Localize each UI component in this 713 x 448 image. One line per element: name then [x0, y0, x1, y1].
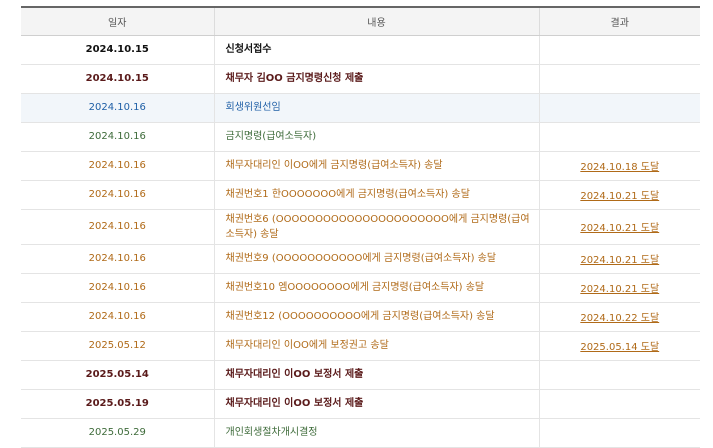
- row-content: 채권번호9 (OOOOOOOOOOO에게 금지명령(급여소득자) 송달: [213, 244, 539, 274]
- row-content: 개인회생절차개시결정: [213, 418, 539, 448]
- row-date: 2025.05.29: [21, 418, 214, 448]
- header-content: 내용: [213, 6, 539, 36]
- row-date: 2024.10.16: [21, 244, 214, 274]
- table-row: 2024.10.15 신청서접수: [21, 35, 700, 65]
- table-row: 2024.10.16 금지명령(급여소득자): [21, 122, 700, 152]
- row-date: 2025.05.19: [21, 389, 214, 419]
- delivery-result-link[interactable]: 2024.10.22 도달: [580, 313, 659, 324]
- row-content: 회생위원선임: [213, 93, 539, 123]
- row-date: 2025.05.14: [21, 360, 214, 390]
- row-content: 채권번호12 (OOOOOOOOOO에게 금지명령(급여소득자) 송달: [213, 302, 539, 332]
- table-row: 2025.05.14 채무자대리인 이OO 보정서 제출: [21, 360, 700, 390]
- row-result: [538, 389, 700, 419]
- row-date: 2024.10.16: [21, 302, 214, 332]
- row-content: 채권번호10 엠OOOOOOOO에게 금지명령(급여소득자) 송달: [213, 273, 539, 303]
- row-date: 2024.10.15: [21, 35, 214, 65]
- row-result: [538, 360, 700, 390]
- row-content: 채권번호1 한OOOOOOO에게 금지명령(급여소득자) 송달: [213, 180, 539, 210]
- table-row: 2024.10.15 채무자 김OO 금지명령신청 제출: [21, 64, 700, 94]
- table-body: 2024.10.15 신청서접수 2024.10.15 채무자 김OO 금지명령신청 …: [21, 35, 700, 448]
- delivery-result-link[interactable]: 2024.10.18 도달: [580, 162, 659, 173]
- row-date: 2024.10.16: [21, 151, 214, 181]
- row-result: [538, 93, 700, 123]
- row-content: 채무자대리인 이OO에게 금지명령(급여소득자) 송달: [213, 151, 539, 181]
- row-result: [538, 122, 700, 152]
- row-result: 2024.10.21 도달: [538, 273, 700, 303]
- row-result: [538, 64, 700, 94]
- row-result: 2024.10.22 도달: [538, 302, 700, 332]
- row-result: 2024.10.21 도달: [538, 244, 700, 274]
- table-row: 2024.10.16 회생위원선임: [21, 93, 700, 123]
- header-date: 일자: [21, 6, 214, 36]
- row-content: 신청서접수: [213, 35, 539, 65]
- row-result: 2024.10.18 도달: [538, 151, 700, 181]
- table-header-row: 일자 내용 결과: [21, 6, 700, 36]
- table-row: 2024.10.16 채권번호10 엠OOOOOOOO에게 금지명령(급여소득자)…: [21, 273, 700, 303]
- row-content: 채무자 김OO 금지명령신청 제출: [213, 64, 539, 94]
- delivery-result-link[interactable]: 2024.10.21 도달: [580, 255, 659, 266]
- table-row: 2024.10.16 채권번호9 (OOOOOOOOOOO에게 금지명령(급여소득…: [21, 244, 700, 274]
- row-result: [538, 418, 700, 448]
- delivery-result-link[interactable]: 2024.10.21 도달: [580, 191, 659, 202]
- row-content: 채무자대리인 이OO에게 보정권고 송달: [213, 331, 539, 361]
- delivery-result-link[interactable]: 2025.05.14 도달: [580, 342, 659, 353]
- table-row: 2024.10.16 채권번호12 (OOOOOOOOOO에게 금지명령(급여소득…: [21, 302, 700, 332]
- row-date: 2024.10.16: [21, 209, 214, 245]
- row-date: 2024.10.16: [21, 273, 214, 303]
- row-date: 2024.10.16: [21, 122, 214, 152]
- row-content: 금지명령(급여소득자): [213, 122, 539, 152]
- table-row: 2024.10.16 채무자대리인 이OO에게 금지명령(급여소득자) 송달 202…: [21, 151, 700, 181]
- row-content: 채무자대리인 이OO 보정서 제출: [213, 360, 539, 390]
- row-date: 2024.10.15: [21, 64, 214, 94]
- delivery-result-link[interactable]: 2024.10.21 도달: [580, 284, 659, 295]
- row-date: 2025.05.12: [21, 331, 214, 361]
- table-row: 2024.10.16 채권번호1 한OOOOOOO에게 금지명령(급여소득자) 송…: [21, 180, 700, 210]
- row-result: 2024.10.21 도달: [538, 209, 700, 245]
- table-row: 2025.05.12 채무자대리인 이OO에게 보정권고 송달 2025.05.14…: [21, 331, 700, 361]
- row-content: 채무자대리인 이OO 보정서 제출: [213, 389, 539, 419]
- row-content: 채권번호6 (OOOOOOOOOOOOOOOOOOOOOO에게 금지명령(급여소…: [213, 209, 539, 245]
- case-progress-table: 일자 내용 결과 2024.10.15 신청서접수 2024.10.15 채무자 김O…: [21, 6, 700, 448]
- row-result: 2025.05.14 도달: [538, 331, 700, 361]
- table-row: 2025.05.19 채무자대리인 이OO 보정서 제출: [21, 389, 700, 419]
- row-result: [538, 35, 700, 65]
- table-row: 2025.05.29 개인회생절차개시결정: [21, 418, 700, 448]
- row-date: 2024.10.16: [21, 93, 214, 123]
- delivery-result-link[interactable]: 2024.10.21 도달: [580, 223, 659, 234]
- row-result: 2024.10.21 도달: [538, 180, 700, 210]
- table-row: 2024.10.16 채권번호6 (OOOOOOOOOOOOOOOOOOOOOO에…: [21, 209, 700, 245]
- header-result: 결과: [538, 6, 700, 36]
- case-progress-table-container: 일자 내용 결과 2024.10.15 신청서접수 2024.10.15 채무자 김O…: [21, 6, 700, 448]
- row-date: 2024.10.16: [21, 180, 214, 210]
